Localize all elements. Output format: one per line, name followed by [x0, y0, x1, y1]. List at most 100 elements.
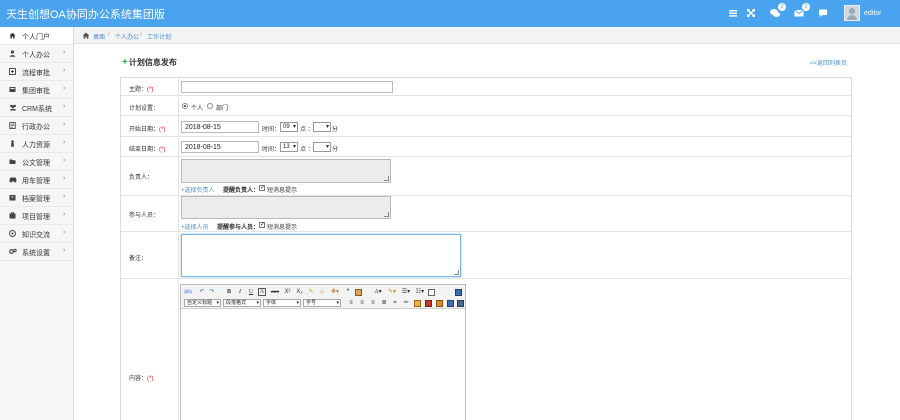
- clear-format-icon[interactable]: ✎: [307, 288, 315, 296]
- back-to-list-link[interactable]: <<返回列表页: [810, 58, 847, 67]
- end-minute-select[interactable]: [313, 142, 331, 152]
- page-title: +计划信息发布: [122, 57, 177, 68]
- menu-icon[interactable]: [727, 7, 739, 19]
- end-hour-select[interactable]: 13: [280, 142, 298, 152]
- subscript-button[interactable]: X₂: [295, 288, 304, 296]
- undo-icon[interactable]: ↶: [198, 288, 206, 296]
- subject-label: 主题：(*): [129, 87, 154, 93]
- participants-textarea[interactable]: [181, 196, 391, 219]
- sidebar-item-settings[interactable]: 系统设置 ›: [0, 243, 73, 261]
- emotion-icon[interactable]: [425, 300, 432, 307]
- superscript-button[interactable]: X²: [283, 288, 292, 296]
- unordered-list-icon[interactable]: ☷▾: [414, 288, 426, 296]
- font-color-button[interactable]: A▾: [372, 288, 384, 296]
- paragraph-format-select[interactable]: 段落格式: [223, 299, 261, 307]
- video-icon[interactable]: [436, 300, 443, 307]
- sidebar-item-workflow[interactable]: 流程审批 ›: [0, 63, 73, 81]
- bold-button[interactable]: B: [225, 288, 233, 296]
- user-icon: [9, 50, 16, 57]
- chevron-right-icon: ›: [63, 157, 66, 164]
- select-owner-link[interactable]: +选择负责人: [181, 185, 215, 194]
- username[interactable]: editor: [864, 10, 882, 17]
- breadcrumb-personal-office[interactable]: 个人办公: [115, 32, 139, 41]
- owner-sms-checkbox[interactable]: ✓: [259, 185, 265, 191]
- strikethrough-button[interactable]: ABC: [269, 288, 281, 296]
- sidebar-item-personal-office[interactable]: 个人办公 ›: [0, 45, 73, 63]
- sidebar-item-group-approval[interactable]: 集团审批 ›: [0, 81, 73, 99]
- insert-frame-icon[interactable]: [428, 289, 435, 296]
- redo-icon[interactable]: ↷: [208, 288, 216, 296]
- gears-icon: [9, 248, 17, 255]
- source-button[interactable]: 源码: [183, 288, 193, 296]
- mail-badge: 0: [802, 3, 810, 11]
- format-brush-icon[interactable]: ⌂: [318, 288, 326, 296]
- sidebar-item-knowledge[interactable]: 知识交流 ›: [0, 225, 73, 243]
- justify-full-icon[interactable]: ≣: [380, 299, 388, 307]
- image-icon[interactable]: [414, 300, 421, 307]
- start-hour-select[interactable]: 09: [280, 122, 298, 132]
- sidebar-item-crm[interactable]: CRM系统 ›: [0, 99, 73, 117]
- ordered-list-icon[interactable]: ☰▾: [400, 288, 412, 296]
- users-icon: [9, 104, 16, 111]
- background-color-icon[interactable]: ✎▾: [386, 288, 398, 296]
- font-size-select[interactable]: 字号: [303, 299, 341, 307]
- avatar[interactable]: [844, 5, 860, 21]
- unlink-icon[interactable]: ⚮: [402, 299, 410, 307]
- expand-icon[interactable]: [745, 7, 757, 19]
- sidebar-item-archives[interactable]: 档案管理 ›: [0, 189, 73, 207]
- sidebar-item-label: 公文管理: [22, 160, 50, 167]
- sidebar-item-projects[interactable]: 项目管理 ›: [0, 207, 73, 225]
- chevron-right-icon: ›: [63, 139, 66, 146]
- underline-button[interactable]: U: [247, 288, 255, 296]
- start-minute-unit: 分: [332, 127, 339, 133]
- select-participants-link[interactable]: +选择人员: [181, 222, 209, 231]
- breadcrumb-desktop[interactable]: 桌面: [93, 32, 105, 41]
- link-icon[interactable]: ⚭: [391, 299, 399, 307]
- blockquote-button[interactable]: “: [344, 288, 352, 296]
- message-icon[interactable]: 0: [769, 3, 786, 19]
- attachment-icon[interactable]: [457, 300, 464, 307]
- plan-setting-label: 计划设置：: [129, 106, 160, 112]
- start-minute-select[interactable]: [313, 122, 331, 132]
- start-date-input[interactable]: 2018-08-15: [181, 121, 259, 133]
- remind-participants-label: 提醒参与人员：: [217, 225, 260, 231]
- remark-textarea[interactable]: [181, 234, 461, 277]
- participants-sms-checkbox[interactable]: ✓: [259, 222, 265, 228]
- start-date-row: 开始日期：(*) 2018-08-15 时间： 09 点 ： 分: [121, 116, 851, 137]
- sidebar-item-label: 流程审批: [22, 70, 50, 77]
- custom-title-select[interactable]: 自定义标题: [184, 299, 221, 307]
- justify-right-icon[interactable]: ≡: [369, 299, 377, 307]
- font-family-select[interactable]: 字体: [263, 299, 301, 307]
- table-icon[interactable]: [355, 289, 362, 296]
- sidebar-item-label: 集团审批: [22, 88, 50, 95]
- end-date-input[interactable]: 2018-08-15: [181, 141, 259, 153]
- sidebar-item-admin-office[interactable]: 行政办公 ›: [0, 117, 73, 135]
- rich-text-editor[interactable]: 源码 ↶ ↷ B I U A ABC X² X₂ ✎ ⌂ ✤▾ “ A▾ ✎▾ …: [180, 284, 466, 420]
- justify-center-icon[interactable]: ≡: [358, 299, 366, 307]
- department-radio[interactable]: [207, 103, 213, 109]
- map-icon[interactable]: [447, 300, 454, 307]
- project-icon: [9, 212, 16, 219]
- sidebar-item-hr[interactable]: 人力资源 ›: [0, 135, 73, 153]
- chevron-right-icon: ›: [63, 103, 66, 110]
- chevron-right-icon: ›: [63, 121, 66, 128]
- subject-input[interactable]: [181, 81, 393, 93]
- fullscreen-icon[interactable]: [455, 289, 462, 296]
- flow-icon: [9, 68, 16, 75]
- sidebar-item-vehicles[interactable]: 用车管理 ›: [0, 171, 73, 189]
- personal-radio[interactable]: [182, 103, 188, 109]
- person-icon: [9, 140, 16, 147]
- owner-textarea[interactable]: [181, 159, 391, 183]
- sidebar-item-portal[interactable]: 个人门户: [0, 27, 73, 45]
- sidebar-item-label: 个人门户: [22, 34, 50, 41]
- remark-label: 备注：: [129, 256, 148, 262]
- mail-icon[interactable]: 0: [793, 3, 810, 19]
- sidebar-item-documents[interactable]: 公文管理 ›: [0, 153, 73, 171]
- justify-left-icon[interactable]: ≡: [347, 299, 355, 307]
- chat-icon[interactable]: [817, 7, 829, 19]
- italic-button[interactable]: I: [236, 288, 244, 296]
- breadcrumb-work-plan[interactable]: 工作计划: [147, 32, 171, 41]
- end-time-label: 时间：: [262, 147, 281, 153]
- font-border-button[interactable]: A: [258, 288, 266, 296]
- auto-typeset-icon[interactable]: ✤▾: [329, 288, 341, 296]
